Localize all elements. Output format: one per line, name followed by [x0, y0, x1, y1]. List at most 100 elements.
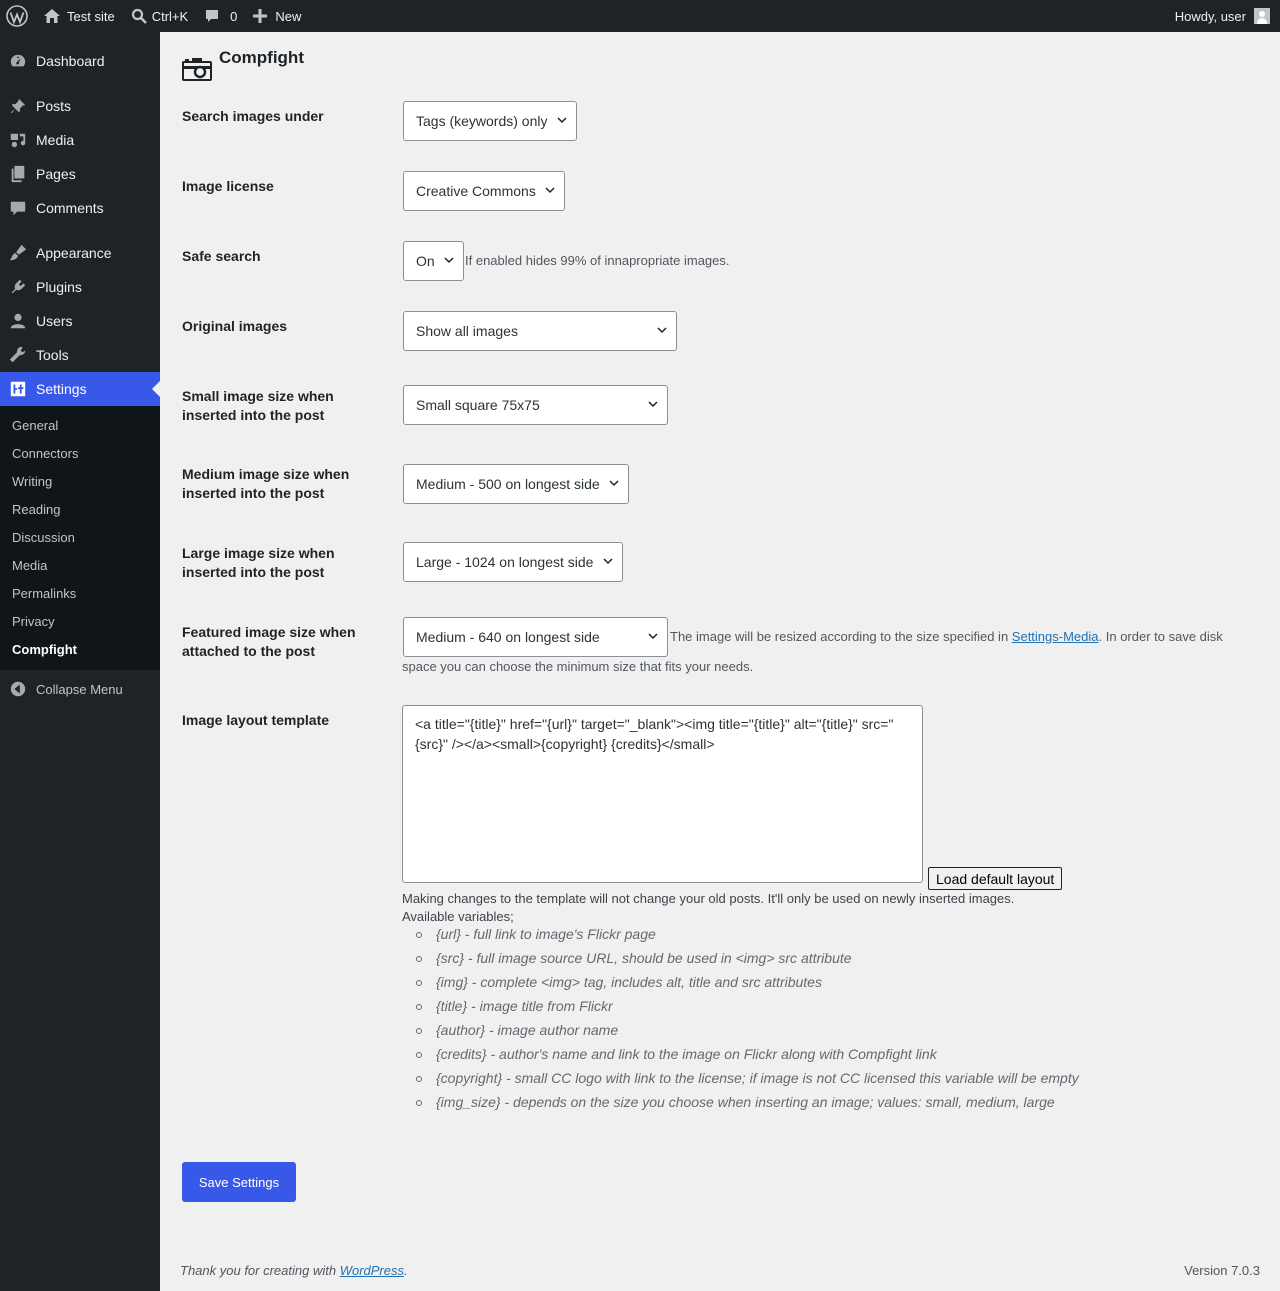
search-images-label: Search images under — [182, 108, 324, 124]
comment-icon — [10, 201, 26, 216]
safe-search-label: Safe search — [182, 248, 261, 264]
new-content-button[interactable]: New — [245, 0, 309, 32]
settings-media-link[interactable]: Settings-Media — [1012, 629, 1099, 644]
sidebar-item-label: Media — [36, 132, 75, 148]
submenu-item-reading[interactable]: Reading — [12, 502, 60, 517]
sidebar-item-plugins[interactable]: Plugins — [0, 270, 160, 304]
list-item: {title} - image title from Flickr — [402, 995, 1079, 1019]
sidebar-item-label: Posts — [36, 98, 72, 114]
medium-size-label: Medium image size when inserted into the… — [182, 466, 350, 501]
sidebar-item-users[interactable]: Users — [0, 304, 160, 338]
select-value: Show all images — [416, 323, 518, 339]
chevron-down-icon — [648, 633, 658, 640]
variables-list: {url} - full link to image's Flickr page… — [402, 923, 1079, 1115]
chevron-down-icon — [603, 558, 613, 565]
comments-link[interactable]: 0 — [196, 0, 245, 32]
media-icon — [10, 133, 26, 148]
footer-thanks: Thank you for creating with WordPress. — [180, 1263, 408, 1278]
original-images-select[interactable]: Show all images — [403, 311, 677, 351]
sidebar-item-label: Plugins — [36, 279, 82, 295]
featured-size-label: Featured image size when attached to the… — [182, 624, 356, 659]
search-images-select[interactable]: Tags (keywords) only — [403, 101, 577, 141]
search-shortcut: Ctrl+K — [151, 8, 189, 24]
site-name-link[interactable]: Test site — [35, 0, 123, 32]
original-images-label: Original images — [182, 318, 288, 334]
list-item: {src} - full image source URL, should be… — [402, 947, 1079, 971]
user-icon — [10, 313, 26, 329]
site-name: Test site — [67, 8, 115, 24]
avatar — [1254, 8, 1270, 24]
desc-text: . In order to save disk — [1098, 629, 1223, 644]
submenu-item-writing[interactable]: Writing — [12, 474, 52, 489]
sidebar-item-appearance[interactable]: Appearance — [0, 236, 160, 270]
sidebar-item-tools[interactable]: Tools — [0, 338, 160, 372]
wordpress-link[interactable]: WordPress — [340, 1263, 404, 1278]
select-value: Creative Commons — [416, 183, 536, 199]
safe-search-select[interactable]: On — [403, 241, 464, 281]
wordpress-logo-button[interactable] — [0, 0, 35, 32]
greeting: Howdy, user — [1174, 8, 1246, 24]
chevron-down-icon — [557, 117, 567, 124]
list-item: {img_size} - depends on the size you cho… — [402, 1091, 1079, 1115]
large-size-select[interactable]: Large - 1024 on longest side — [403, 542, 623, 582]
sidebar-item-media[interactable]: Media — [0, 123, 160, 157]
submenu-item-media[interactable]: Media — [12, 558, 47, 573]
sidebar-item-label: Users — [36, 313, 73, 329]
wrench-icon — [9, 346, 26, 363]
footer-version: Version 7.0.3 — [1184, 1263, 1260, 1278]
my-account-menu[interactable]: Howdy, user — [1167, 0, 1280, 32]
select-value: Medium - 500 on longest side — [416, 476, 600, 492]
command-palette-button[interactable]: Ctrl+K — [123, 0, 196, 32]
settings-submenu: General Connectors Writing Reading Discu… — [0, 406, 160, 670]
chevron-down-icon — [609, 480, 619, 487]
chevron-down-icon — [444, 257, 454, 264]
template-label: Image layout template — [182, 712, 330, 728]
dashboard-icon — [10, 54, 26, 67]
wordpress-logo-icon — [6, 5, 28, 27]
settings-icon — [10, 381, 26, 397]
submenu-item-compfight[interactable]: Compfight — [12, 642, 77, 657]
submenu-item-connectors[interactable]: Connectors — [12, 446, 78, 461]
sidebar-item-dashboard[interactable]: Dashboard — [0, 44, 160, 78]
search-icon — [131, 8, 147, 24]
sidebar-item-comments[interactable]: Comments — [0, 191, 160, 225]
submenu-item-general[interactable]: General — [12, 418, 58, 433]
sidebar-item-posts[interactable]: Posts — [0, 89, 160, 123]
template-note: Making changes to the template will not … — [402, 891, 1015, 906]
pages-icon — [11, 165, 25, 183]
plus-icon — [253, 9, 268, 23]
desc-text: The image will be resized according to t… — [670, 629, 1012, 644]
save-settings-button[interactable]: Save Settings — [182, 1162, 296, 1202]
select-value: Small square 75x75 — [416, 397, 540, 413]
image-license-label: Image license — [182, 178, 274, 194]
plugin-icon — [11, 279, 26, 294]
medium-size-select[interactable]: Medium - 500 on longest side — [403, 464, 629, 504]
featured-size-description-cont: space you can choose the minimum size th… — [402, 659, 754, 674]
footer-text: . — [404, 1263, 408, 1278]
image-license-select[interactable]: Creative Commons — [403, 171, 565, 211]
sidebar-item-label: Appearance — [36, 245, 112, 261]
admin-bar: Test site Ctrl+K 0 New Howdy, user — [0, 0, 1280, 32]
featured-size-select[interactable]: Medium - 640 on longest side — [403, 617, 668, 657]
collapse-arrow-icon — [10, 681, 26, 697]
submenu-item-permalinks[interactable]: Permalinks — [12, 586, 76, 601]
select-value: Medium - 640 on longest side — [416, 629, 600, 645]
submenu-item-privacy[interactable]: Privacy — [12, 614, 55, 629]
large-size-label: Large image size when inserted into the … — [182, 545, 335, 580]
template-textarea[interactable]: <a title="{title}" href="{url}" target="… — [402, 705, 923, 883]
chevron-down-icon — [657, 327, 667, 334]
safe-search-description: If enabled hides 99% of innapropriate im… — [465, 253, 730, 268]
list-item: {url} - full link to image's Flickr page — [402, 923, 1079, 947]
sidebar-item-pages[interactable]: Pages — [0, 157, 160, 191]
load-default-layout-button[interactable]: Load default layout — [928, 867, 1063, 890]
sidebar-item-settings[interactable]: Settings — [0, 372, 160, 406]
chevron-down-icon — [648, 401, 658, 408]
home-icon — [44, 9, 60, 23]
admin-sidebar: Dashboard Posts Media Pages Comments App… — [0, 32, 160, 1291]
submenu-item-discussion[interactable]: Discussion — [12, 530, 75, 545]
sidebar-item-label: Comments — [36, 200, 104, 216]
list-item: {author} - image author name — [402, 1019, 1079, 1043]
collapse-menu-button[interactable]: Collapse Menu — [0, 672, 123, 706]
small-size-select[interactable]: Small square 75x75 — [403, 385, 668, 425]
page-title: Compfight — [219, 48, 304, 67]
